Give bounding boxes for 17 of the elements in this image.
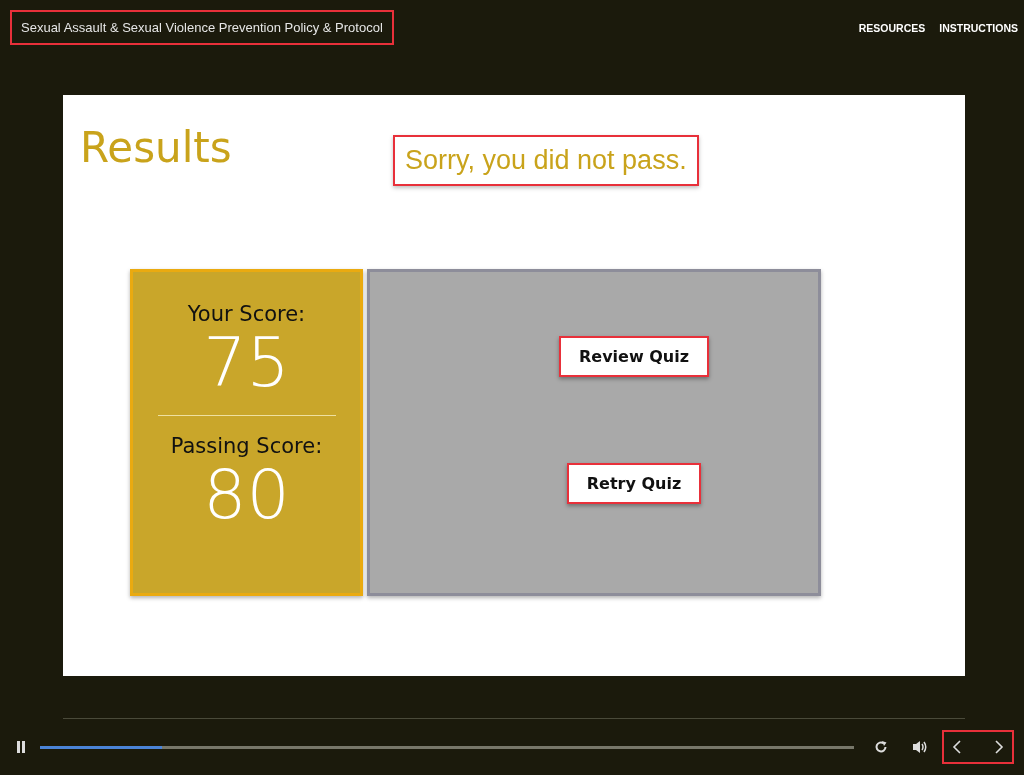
quiz-button[interactable]: Retry Quiz [566,462,702,504]
score-value: 75 [203,325,290,401]
quiz-button[interactable]: Review Quiz [558,335,710,377]
next-icon[interactable] [994,740,1004,755]
replay-icon[interactable] [874,740,888,755]
menu-link[interactable]: RESOURCES [858,21,926,34]
previous-icon[interactable] [952,740,962,755]
score-value: 80 [203,457,290,533]
result-message: Sorry, you did not pass. [393,134,699,186]
pause-icon[interactable] [16,741,26,754]
menu-link[interactable]: INSTRUCTIONS [939,21,1018,34]
progress-bar[interactable] [40,745,854,749]
score-label: Your Score: [187,301,306,326]
volume-icon[interactable] [912,740,928,755]
score-label: Passing Score: [170,433,323,458]
course-title: Sexual Assault & Sexual Violence Prevention Policy & Protocol [10,10,394,46]
slide-heading: Results [80,122,233,172]
